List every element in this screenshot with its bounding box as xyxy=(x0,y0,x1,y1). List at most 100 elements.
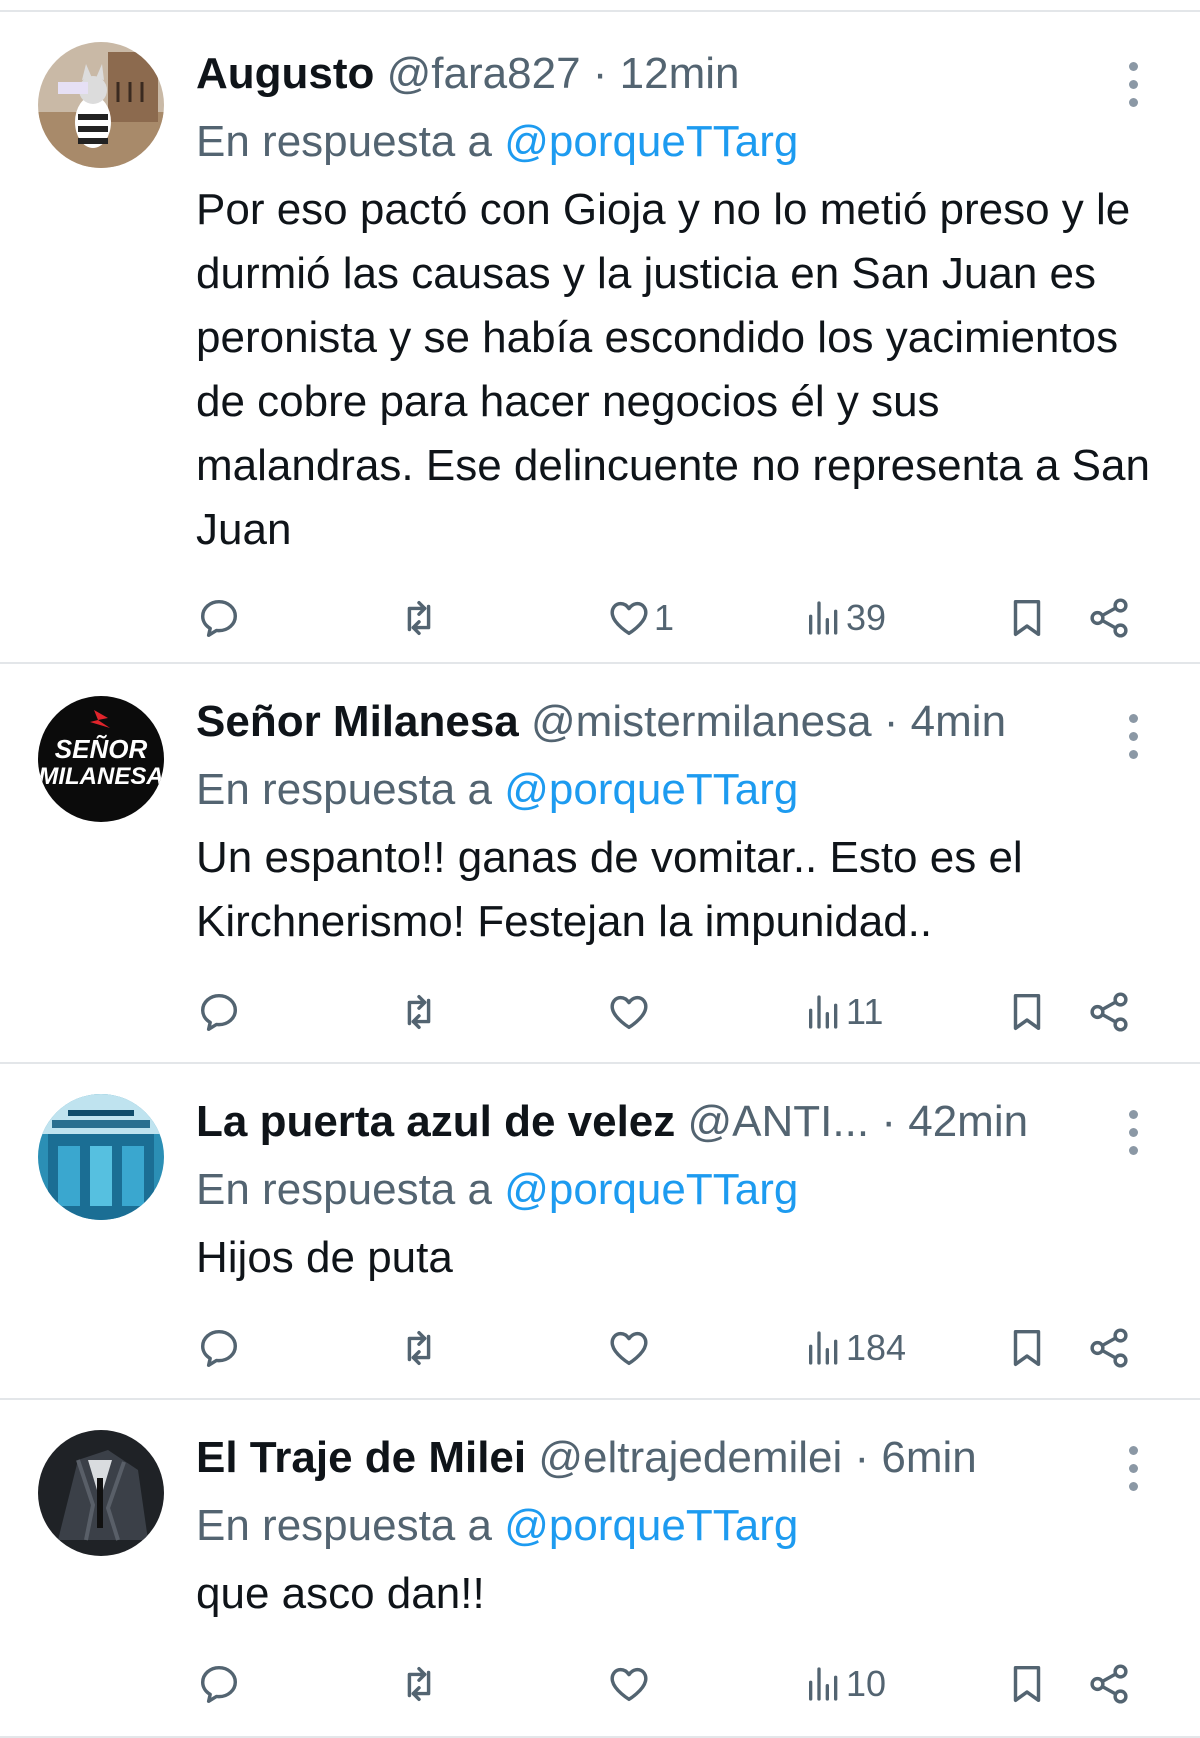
tweet-item[interactable]: La puerta azul de velez @ANTI... · 42min… xyxy=(0,1064,1200,1400)
avatar[interactable] xyxy=(38,1094,164,1220)
views-button[interactable]: 10 xyxy=(804,1654,886,1714)
share-button[interactable] xyxy=(1086,1654,1132,1714)
share-button[interactable] xyxy=(1086,1318,1132,1378)
like-button[interactable] xyxy=(606,1318,654,1378)
timestamp[interactable]: 4min xyxy=(911,697,1006,746)
heart-icon xyxy=(610,995,648,1030)
author-name[interactable]: La puerta azul de velez xyxy=(196,1097,675,1146)
reply-context: En respuesta a @porqueTTarg xyxy=(196,1162,1160,1218)
avatar-logo-bottom: MILANESA xyxy=(38,763,163,790)
tweet-header: Augusto @fara827 · 12min xyxy=(196,46,1160,102)
reply-icon xyxy=(200,599,238,637)
retweet-button[interactable] xyxy=(396,982,442,1042)
reply-button[interactable] xyxy=(196,1318,242,1378)
action-bar: 1 39 xyxy=(196,588,1146,648)
views-count: 184 xyxy=(846,1327,907,1368)
retweet-button[interactable] xyxy=(396,588,442,648)
reply-prefix: En respuesta a xyxy=(196,1501,492,1550)
bookmark-icon xyxy=(1013,599,1041,637)
heart-icon xyxy=(610,1331,648,1366)
author-name[interactable]: El Traje de Milei xyxy=(196,1433,526,1482)
share-icon xyxy=(1090,992,1128,1032)
avatar-image xyxy=(38,1430,164,1556)
author-name[interactable]: Augusto xyxy=(196,49,374,98)
timestamp[interactable]: 12min xyxy=(620,49,740,98)
tweet-item[interactable]: SEÑOR MILANESA Señor Milanesa @mistermil… xyxy=(0,664,1200,1064)
like-button[interactable] xyxy=(606,1654,654,1714)
author-handle[interactable]: @mistermilanesa xyxy=(531,697,872,746)
tweet-text: Por eso pactó con Gioja y no lo metió pr… xyxy=(196,185,1150,554)
like-count: 1 xyxy=(654,597,675,638)
avatar[interactable] xyxy=(38,42,164,168)
reply-icon xyxy=(200,1329,238,1367)
tweet-header: Señor Milanesa @mistermilanesa · 4min xyxy=(196,694,1160,750)
tweet-header: El Traje de Milei @eltrajedemilei · 6min xyxy=(196,1430,1160,1486)
top-divider xyxy=(0,0,1200,12)
reply-mention[interactable]: @porqueTTarg xyxy=(504,117,798,166)
share-icon xyxy=(1090,598,1128,638)
heart-icon xyxy=(610,601,648,636)
retweet-icon xyxy=(407,600,431,636)
author-name[interactable]: Señor Milanesa xyxy=(196,697,519,746)
avatar[interactable]: SEÑOR MILANESA xyxy=(38,696,164,822)
reply-button[interactable] xyxy=(196,1654,242,1714)
tweet-item[interactable]: Augusto @fara827 · 12min En respuesta a … xyxy=(0,12,1200,664)
author-handle[interactable]: @ANTI... xyxy=(688,1097,870,1146)
separator-dot: · xyxy=(592,49,608,98)
retweet-button[interactable] xyxy=(396,1654,442,1714)
bookmark-icon xyxy=(1013,993,1041,1031)
views-icon xyxy=(809,1331,838,1365)
avatar-image xyxy=(38,1094,164,1220)
reply-mention[interactable]: @porqueTTarg xyxy=(504,765,798,814)
reply-mention[interactable]: @porqueTTarg xyxy=(504,1501,798,1550)
avatar-logo-top: SEÑOR xyxy=(55,734,148,764)
retweet-button[interactable] xyxy=(396,1318,442,1378)
reply-context: En respuesta a @porqueTTarg xyxy=(196,762,1160,818)
reply-context: En respuesta a @porqueTTarg xyxy=(196,1498,1160,1554)
separator-dot: · xyxy=(881,1097,896,1146)
bookmark-icon xyxy=(1013,1665,1041,1703)
views-button[interactable]: 11 xyxy=(804,982,883,1042)
action-bar: 11 xyxy=(196,982,1146,1042)
share-button[interactable] xyxy=(1086,982,1132,1042)
separator-dot: · xyxy=(883,697,899,746)
action-bar: 10 xyxy=(196,1654,1146,1714)
timestamp[interactable]: 42min xyxy=(908,1097,1028,1146)
heart-icon xyxy=(610,1667,648,1702)
author-handle[interactable]: @eltrajedemilei xyxy=(538,1433,842,1482)
views-icon xyxy=(809,601,838,635)
reply-prefix: En respuesta a xyxy=(196,765,492,814)
share-icon xyxy=(1090,1328,1128,1368)
bookmark-button[interactable] xyxy=(1004,982,1050,1042)
views-count: 11 xyxy=(846,991,884,1032)
views-button[interactable]: 39 xyxy=(804,588,886,648)
bookmark-button[interactable] xyxy=(1004,1318,1050,1378)
avatar[interactable] xyxy=(38,1430,164,1556)
share-button[interactable] xyxy=(1086,588,1132,648)
author-handle[interactable]: @fara827 xyxy=(387,49,581,98)
bookmark-button[interactable] xyxy=(1004,588,1050,648)
like-button[interactable] xyxy=(606,982,654,1042)
reply-icon xyxy=(200,993,238,1031)
share-icon xyxy=(1090,1664,1128,1704)
bookmark-button[interactable] xyxy=(1004,1654,1050,1714)
reply-button[interactable] xyxy=(196,588,242,648)
views-button[interactable]: 184 xyxy=(804,1318,906,1378)
views-icon xyxy=(809,995,838,1029)
avatar-image: SEÑOR MILANESA xyxy=(38,696,164,822)
reply-prefix: En respuesta a xyxy=(196,117,492,166)
action-bar: 184 xyxy=(196,1318,1146,1378)
tweet-text: Un espanto!! ganas de vomitar.. Esto es … xyxy=(196,833,1023,946)
reply-prefix: En respuesta a xyxy=(196,1165,492,1214)
bookmark-icon xyxy=(1013,1329,1041,1367)
timestamp[interactable]: 6min xyxy=(881,1433,976,1482)
reply-icon xyxy=(200,1665,238,1703)
views-count: 39 xyxy=(846,597,887,638)
like-button[interactable]: 1 xyxy=(606,588,674,648)
retweet-icon xyxy=(407,1666,431,1702)
reply-mention[interactable]: @porqueTTarg xyxy=(504,1165,798,1214)
retweet-icon xyxy=(407,994,431,1030)
reply-button[interactable] xyxy=(196,982,242,1042)
reply-context: En respuesta a @porqueTTarg xyxy=(196,114,1160,170)
tweet-item[interactable]: El Traje de Milei @eltrajedemilei · 6min… xyxy=(0,1400,1200,1738)
